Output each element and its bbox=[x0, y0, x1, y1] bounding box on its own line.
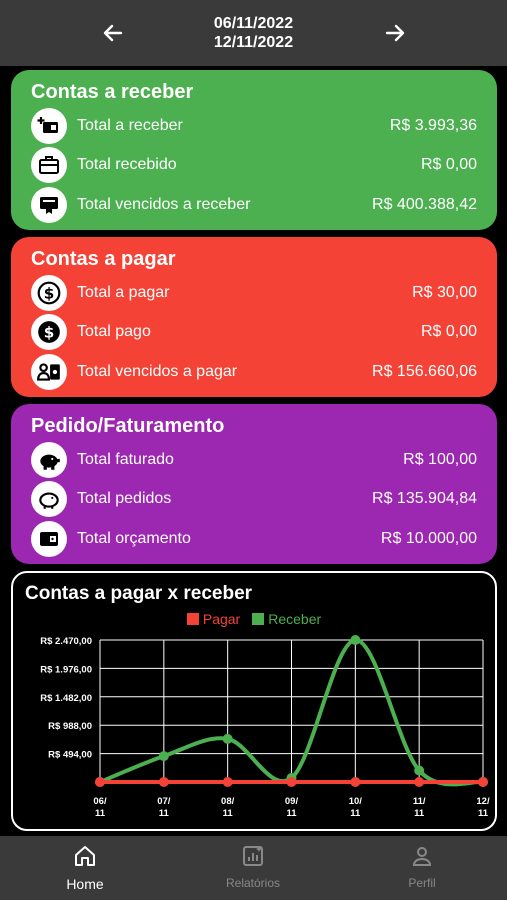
person-cash-icon bbox=[31, 353, 67, 390]
card-title: Contas a receber bbox=[31, 81, 194, 103]
x-tick-label: 11 bbox=[95, 808, 106, 819]
piggy-outline-icon bbox=[31, 481, 67, 518]
row-value: R$ 3.993,36 bbox=[389, 116, 477, 134]
data-point-pagar bbox=[414, 777, 425, 787]
wallet-icon bbox=[31, 520, 67, 557]
x-tick-label: 08/ bbox=[221, 796, 235, 807]
data-point-pagar bbox=[350, 777, 361, 787]
arrow-right-icon bbox=[385, 24, 405, 42]
overdue-receivable-row: Total vencidos a receber R$ 400.388,42 bbox=[31, 185, 477, 225]
certificate-icon bbox=[31, 186, 67, 223]
payable-total-row: $ Total a pagar R$ 30,00 bbox=[31, 273, 477, 313]
row-value: R$ 0,00 bbox=[420, 156, 477, 174]
data-point-receber bbox=[222, 733, 233, 744]
billed-total-row: Total faturado R$ 100,00 bbox=[31, 440, 477, 480]
row-value: R$ 30,00 bbox=[412, 283, 477, 301]
x-tick-label: 11 bbox=[478, 808, 489, 819]
y-tick-label: R$ 2.470,00 bbox=[40, 636, 92, 647]
row-label: Total pago bbox=[77, 323, 151, 341]
x-tick-label: 06/ bbox=[93, 796, 107, 807]
row-label: Total vencidos a receber bbox=[77, 195, 251, 213]
data-point-receber bbox=[414, 765, 425, 776]
data-point-pagar bbox=[286, 777, 297, 787]
y-tick-label: R$ 494,00 bbox=[48, 750, 92, 761]
x-tick-label: 09/ bbox=[285, 796, 299, 807]
orders-total-row: Total pedidos R$ 135.904,84 bbox=[31, 480, 477, 520]
tab-label: Perfil bbox=[408, 876, 436, 890]
data-point-receber bbox=[350, 635, 361, 645]
data-point-pagar bbox=[478, 777, 488, 787]
svg-text:$: $ bbox=[44, 284, 55, 302]
date-range: 06/11/2022 12/11/2022 bbox=[0, 14, 507, 52]
profile-icon bbox=[412, 847, 432, 866]
data-point-pagar bbox=[95, 777, 105, 787]
row-value: R$ 10.000,00 bbox=[380, 529, 477, 547]
row-value: R$ 0,00 bbox=[420, 323, 477, 341]
overdue-payable-row: Total vencidos a pagar R$ 156.660,06 bbox=[31, 352, 477, 392]
x-tick-label: 10/ bbox=[349, 796, 363, 807]
y-tick-label: R$ 1.976,00 bbox=[40, 664, 92, 675]
row-label: Total a pagar bbox=[77, 283, 170, 301]
tab-profile[interactable]: Perfil bbox=[372, 844, 472, 890]
accounts-payable-card[interactable]: Contas a pagar $ Total a pagar R$ 30,00 … bbox=[11, 237, 497, 397]
accounts-receivable-card[interactable]: Contas a receber Total a receber R$ 3.99… bbox=[11, 70, 497, 230]
tab-reports[interactable]: Relatórios bbox=[203, 844, 303, 890]
receivable-total-row: Total a receber R$ 3.993,36 bbox=[31, 106, 477, 146]
data-point-pagar bbox=[222, 777, 233, 787]
wallet-add-icon bbox=[31, 107, 67, 144]
x-tick-label: 11/ bbox=[413, 796, 426, 807]
row-label: Total pedidos bbox=[77, 490, 172, 508]
tab-home[interactable]: Home bbox=[35, 844, 135, 892]
next-week-button[interactable] bbox=[380, 18, 410, 48]
payable-vs-receivable-chart: Contas a pagar x receber Pagar Receber R… bbox=[11, 571, 497, 831]
home-icon bbox=[75, 846, 95, 866]
line-chart: R$ 2.470,00 R$ 1.976,00 R$ 1.482,00 R$ 988,… bbox=[40, 635, 490, 819]
row-value: R$ 156.660,06 bbox=[372, 362, 477, 380]
data-point-pagar bbox=[158, 777, 169, 787]
svg-text:$: $ bbox=[44, 324, 55, 342]
x-tick-label: 11 bbox=[350, 808, 361, 819]
x-tick-label: 11 bbox=[286, 808, 297, 819]
row-label: Total a receber bbox=[77, 116, 183, 134]
x-tick-label: 12/ bbox=[476, 796, 490, 807]
date-start: 06/11/2022 bbox=[213, 15, 294, 32]
card-title: Pedido/Faturamento bbox=[31, 415, 225, 437]
paid-total-row: $ Total pago R$ 0,00 bbox=[31, 313, 477, 353]
x-tick-label: 07/ bbox=[157, 796, 171, 807]
row-label: Total faturado bbox=[77, 450, 174, 468]
x-tick-label: 11 bbox=[159, 808, 170, 819]
reports-icon bbox=[243, 846, 263, 866]
date-navigation-bar: 06/11/2022 12/11/2022 bbox=[0, 0, 507, 66]
x-tick-label: 11 bbox=[414, 808, 425, 819]
received-total-row: Total recebido R$ 0,00 bbox=[31, 146, 477, 186]
date-end: 12/11/2022 bbox=[213, 34, 294, 51]
row-label: Total vencidos a pagar bbox=[77, 362, 238, 380]
tab-label: Relatórios bbox=[225, 876, 281, 890]
y-tick-label: R$ 1.482,00 bbox=[40, 693, 92, 704]
data-point-receber bbox=[158, 751, 169, 762]
dollar-coin-icon: $ bbox=[31, 274, 67, 311]
quotes-total-row: Total orçamento R$ 10.000,00 bbox=[31, 519, 477, 559]
y-tick-label: R$ 988,00 bbox=[48, 721, 92, 732]
row-value: R$ 135.904,84 bbox=[372, 490, 477, 508]
piggy-bank-icon bbox=[31, 441, 67, 478]
tab-label: Home bbox=[66, 876, 104, 892]
card-title: Contas a pagar bbox=[31, 248, 176, 270]
row-label: Total orçamento bbox=[77, 529, 191, 547]
dollar-filled-icon: $ bbox=[31, 314, 67, 351]
row-value: R$ 400.388,42 bbox=[372, 195, 477, 213]
orders-billing-card[interactable]: Pedido/Faturamento Total faturado R$ 100… bbox=[11, 404, 497, 564]
row-label: Total recebido bbox=[77, 156, 177, 174]
row-value: R$ 100,00 bbox=[403, 450, 477, 468]
bottom-tab-bar: Home Relatórios Perfil bbox=[0, 836, 507, 900]
x-tick-label: 11 bbox=[223, 808, 234, 819]
briefcase-icon bbox=[31, 147, 67, 184]
